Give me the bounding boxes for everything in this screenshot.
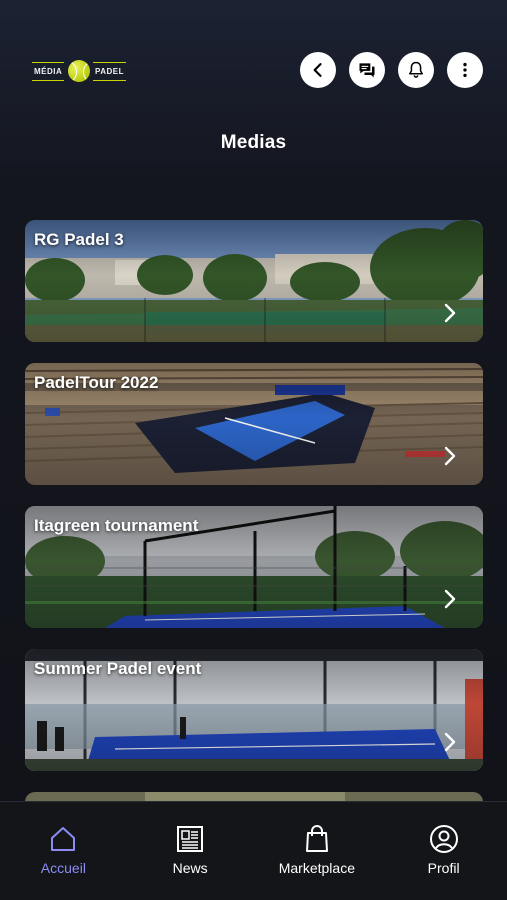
media-card-padeltour-2022[interactable]: PadelTour 2022: [25, 363, 483, 485]
media-list: RG Padel 3 PadelTour 2022 Itagreen tourn…: [25, 220, 483, 804]
messages-button[interactable]: [349, 52, 385, 88]
nav-item-accueil[interactable]: Accueil: [0, 802, 127, 900]
more-options-button[interactable]: [447, 52, 483, 88]
nav-item-news[interactable]: News: [127, 802, 254, 900]
nav-item-marketplace[interactable]: Marketplace: [254, 802, 381, 900]
padel-ball-icon: [67, 60, 90, 82]
home-icon: [51, 827, 76, 851]
header-actions: [300, 52, 483, 88]
newspaper-icon: [177, 826, 204, 852]
chevron-right-icon: [444, 303, 456, 323]
page-title: Medias: [220, 132, 287, 153]
chevron-right-icon: [444, 446, 456, 466]
shopping-bag-icon: [305, 825, 328, 852]
chevron-right-icon: [444, 589, 456, 609]
back-button[interactable]: [300, 52, 336, 88]
media-card-title: Summer Padel event: [34, 659, 202, 678]
media-card-title: Itagreen tournament: [34, 516, 199, 535]
nav-label: News: [172, 860, 208, 876]
logo-left-word: MÉDIA: [32, 61, 65, 81]
chat-icon: [359, 63, 375, 78]
notifications-button[interactable]: [398, 52, 434, 88]
nav-label: Marketplace: [278, 860, 355, 876]
media-card-title: RG Padel 3: [34, 230, 124, 249]
user-icon: [429, 825, 458, 853]
logo-right-word: PADEL: [92, 61, 126, 81]
bottom-navigation: Accueil News Marketplace Profil: [0, 801, 507, 900]
media-card-rg-padel-3[interactable]: RG Padel 3: [25, 220, 483, 342]
nav-label: Accueil: [40, 860, 86, 876]
media-card-itagreen-tournament[interactable]: Itagreen tournament: [25, 506, 483, 628]
nav-item-profil[interactable]: Profil: [380, 802, 507, 900]
media-card-title: PadelTour 2022: [34, 373, 159, 392]
chevron-right-icon: [444, 732, 456, 752]
nav-label: Profil: [427, 860, 460, 876]
media-card-summer-padel-event[interactable]: Summer Padel event: [25, 649, 483, 771]
more-icon: [463, 62, 467, 78]
bell-icon: [409, 61, 423, 78]
app-logo: MÉDIA PADEL: [32, 58, 126, 84]
back-icon: [313, 63, 322, 77]
